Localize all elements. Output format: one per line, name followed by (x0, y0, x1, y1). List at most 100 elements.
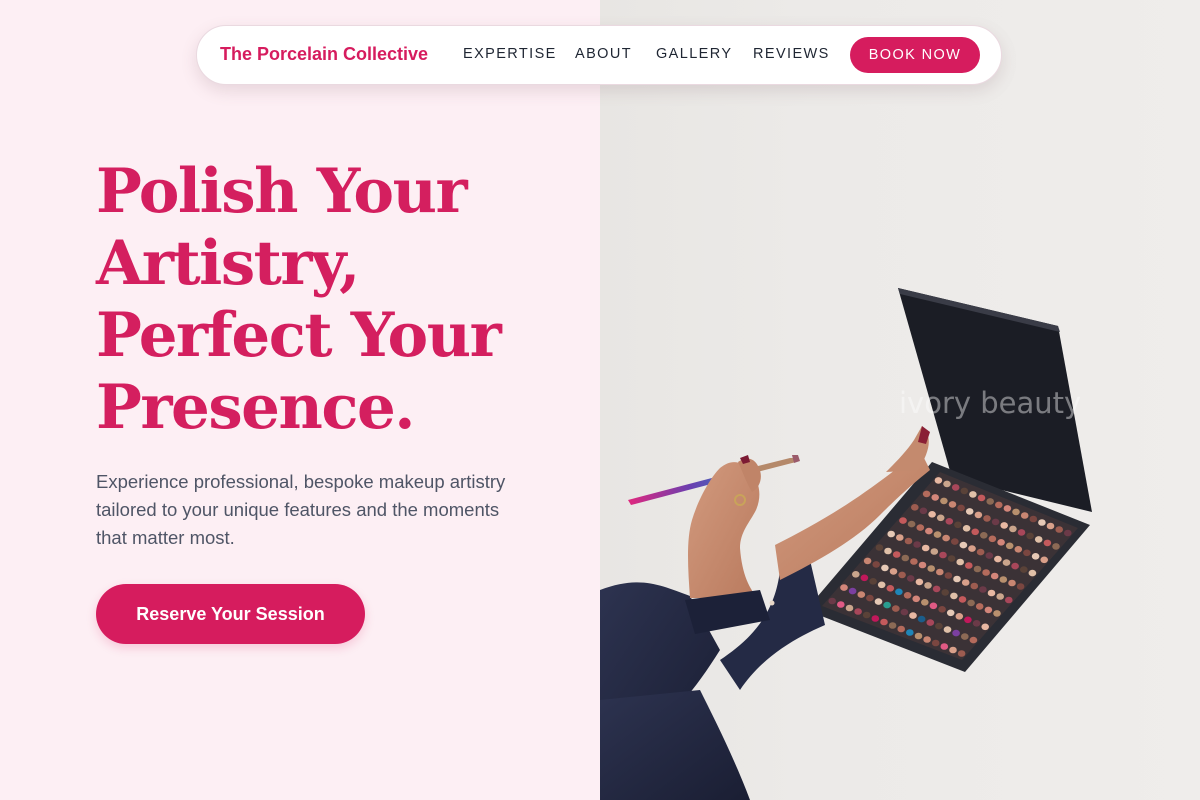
eyeshadow-pan (986, 498, 994, 505)
eyeshadow-pan (857, 591, 866, 598)
eyeshadow-pan (1003, 505, 1012, 512)
eyeshadow-pan (968, 545, 976, 552)
eyeshadow-pan (934, 477, 943, 484)
eyeshadow-pan (919, 507, 928, 515)
eyeshadow-pan (921, 544, 930, 552)
hero-subtext: Experience professional, bespoke makeup … (96, 471, 506, 548)
eyeshadow-pan (960, 487, 969, 495)
eyeshadow-pan (860, 574, 869, 582)
eyeshadow-pan (915, 578, 924, 586)
eyeshadow-pan (936, 568, 944, 576)
eyeshadow-pan (924, 582, 932, 589)
eyeshadow-pan (951, 538, 959, 545)
eyeshadow-pan (974, 511, 983, 519)
eyeshadow-pan (1020, 512, 1029, 519)
eyeshadow-pan (990, 572, 999, 580)
eyeshadow-pan (972, 620, 981, 627)
eyeshadow-pan (889, 568, 898, 575)
brand-logo-text[interactable]: The Porcelain Collective (220, 44, 428, 65)
eyeshadow-pan (949, 646, 957, 654)
eyeshadow-pan (999, 576, 1008, 583)
eyeshadow-pan (1046, 522, 1055, 530)
eyeshadow-pan (895, 588, 903, 596)
eyeshadow-pan (961, 633, 969, 640)
eyeshadow-pan (872, 561, 880, 568)
eyeshadow-pan (954, 521, 962, 529)
eyeshadow-pan (1031, 553, 1040, 560)
eyeshadow-pan (1005, 596, 1013, 604)
eyeshadow-pan (881, 564, 889, 572)
eyeshadow-pan (931, 494, 939, 501)
eyeshadow-pan (929, 602, 938, 610)
nav-link-reviews[interactable]: REVIEWS (753, 46, 830, 62)
nav-link-gallery[interactable]: GALLERY (656, 46, 732, 62)
eyeshadow-pan (1040, 556, 1048, 564)
eyeshadow-pan (918, 561, 927, 569)
eyeshadow-pan (982, 569, 990, 576)
eyeshadow-pan (967, 599, 975, 607)
eyeshadow-pan (1064, 529, 1072, 537)
eyeshadow-pan (1005, 542, 1014, 550)
eyeshadow-pan (957, 650, 966, 657)
eyeshadow-pan (926, 619, 935, 626)
eyeshadow-pan (896, 534, 904, 541)
eyeshadow-pan (1008, 579, 1016, 587)
eyeshadow-pan (945, 518, 954, 525)
eyeshadow-pan (961, 579, 970, 586)
eyeshadow-pan (909, 612, 917, 619)
eyeshadow-pan (988, 535, 997, 543)
eyeshadow-pan (1028, 569, 1037, 577)
eyeshadow-pan (956, 558, 964, 566)
eyeshadow-pan (887, 530, 895, 538)
nav-link-about[interactable]: ABOUT (575, 46, 632, 62)
eyeshadow-pan (1012, 508, 1020, 516)
eyeshadow-pan (884, 547, 892, 555)
nav-link-expertise[interactable]: EXPERTISE (463, 46, 557, 62)
eyeshadow-pan (1023, 549, 1031, 557)
eyeshadow-pan (911, 504, 919, 511)
eyeshadow-pan (940, 497, 948, 505)
eyeshadow-pan (959, 541, 968, 549)
top-navigation-bar: The Porcelain Collective EXPERTISE ABOUT… (196, 25, 1002, 85)
eyeshadow-pan (1011, 562, 1019, 570)
makeup-palette-photo-icon: ivory beauty (600, 288, 1092, 800)
eyeshadow-pan (1009, 525, 1017, 533)
eyeshadow-pan (943, 480, 951, 488)
eyeshadow-pan (916, 524, 925, 531)
eyeshadow-pan (1038, 519, 1046, 526)
eyeshadow-pan (1017, 529, 1026, 536)
eyeshadow-pan (991, 518, 1000, 526)
eyeshadow-pan (837, 601, 845, 608)
eyeshadow-pan (897, 625, 905, 633)
eyeshadow-pan (888, 622, 897, 629)
eyeshadow-pan (862, 611, 871, 619)
eyeshadow-pan (877, 581, 886, 589)
eyeshadow-pan (938, 606, 946, 613)
eyeshadow-pan (869, 578, 877, 585)
eyeshadow-pan (930, 548, 939, 555)
eyeshadow-pan (950, 592, 958, 600)
eyeshadow-pan (951, 484, 960, 491)
eyeshadow-pan (946, 609, 955, 617)
reserve-session-button[interactable]: Reserve Your Session (96, 584, 365, 644)
eyeshadow-pan (928, 511, 936, 518)
eyeshadow-pan (979, 586, 987, 593)
eyeshadow-pan (996, 593, 1004, 600)
eyeshadow-pan (917, 615, 926, 623)
eyeshadow-pan (943, 626, 952, 633)
headline-line: Perfect Your (96, 300, 502, 371)
headline-line: Artistry, (96, 228, 360, 299)
eyeshadow-pan (977, 494, 986, 502)
hero-headline: Polish Your Artistry, Perfect Your Prese… (96, 156, 596, 444)
book-now-button[interactable]: BOOK NOW (850, 37, 980, 73)
eyeshadow-pan (910, 558, 918, 565)
eyeshadow-pan (845, 604, 854, 612)
eyeshadow-pan (935, 622, 943, 630)
eyeshadow-pan (971, 528, 979, 536)
eyeshadow-pan (940, 643, 949, 650)
eyeshadow-pan (997, 539, 1005, 546)
eyeshadow-pan (899, 517, 907, 524)
eyeshadow-pan (863, 557, 872, 565)
eyeshadow-pan (976, 548, 985, 556)
eyeshadow-pan (942, 534, 950, 542)
